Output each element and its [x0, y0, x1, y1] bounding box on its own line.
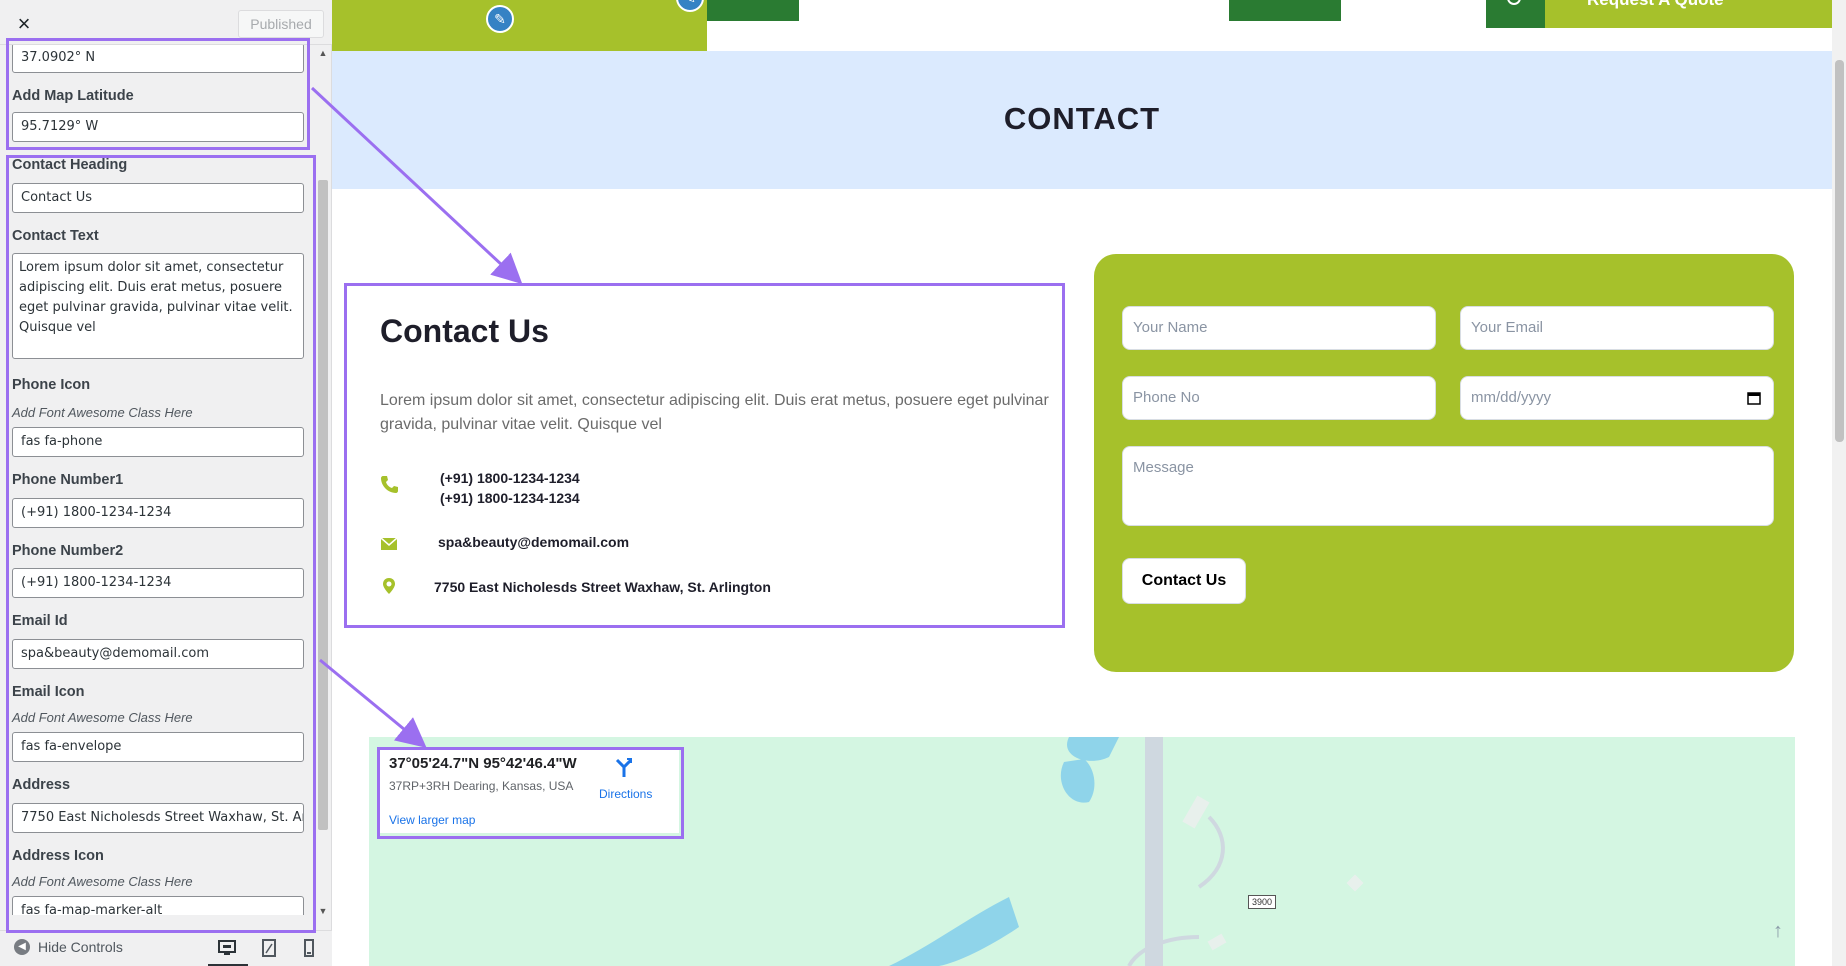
phone-icon-input[interactable]: fas fa-phone [12, 427, 304, 457]
contact-heading-input[interactable]: Contact Us [12, 183, 304, 213]
customizer-controls: 37.0902° N Add Map Latitude 95.7129° W C… [0, 45, 332, 915]
email-id-input[interactable]: spa&beauty@demomail.com [12, 639, 304, 669]
scroll-to-top-arrow-icon[interactable]: ↑ [1766, 920, 1790, 944]
collapse-arrow-icon: ◀ [14, 939, 30, 955]
phone-number2-label: Phone Number2 [12, 543, 124, 559]
map-marker-icon [383, 578, 395, 594]
address-icon-label: Address Icon [12, 848, 104, 864]
address-input[interactable]: 7750 East Nicholesds Street Waxhaw, St. … [12, 803, 304, 833]
nav-item-highlight[interactable] [1229, 0, 1341, 21]
header-search-button[interactable] [1486, 0, 1545, 28]
address-text: 7750 East Nicholesds Street Waxhaw, St. … [434, 579, 771, 595]
map-latitude-input[interactable]: 95.7129° W [12, 112, 304, 142]
map-longitude-input[interactable]: 37.0902° N [12, 45, 304, 73]
page-title: CONTACT [1003, 101, 1161, 136]
desktop-icon[interactable] [216, 937, 238, 959]
mobile-icon[interactable] [298, 937, 320, 959]
customizer-footer: ◀ Hide Controls [0, 930, 332, 966]
contact-heading: Contact Us [380, 313, 549, 349]
sidebar-scrollbar-thumb[interactable] [318, 180, 328, 830]
embedded-map[interactable]: 3900 37°05'24.7"N 95°42'46.4"W 37RP+3RH … [369, 737, 1795, 966]
request-quote-button[interactable]: Request A Quote [1545, 0, 1835, 28]
phone-icon [381, 476, 398, 493]
scroll-up-arrow-icon[interactable]: ▲ [318, 48, 328, 58]
map-coordinates: 37°05'24.7"N 95°42'46.4"W [389, 755, 577, 772]
email-icon-hint: Add Font Awesome Class Here [12, 710, 193, 725]
contact-submit-button[interactable]: Contact Us [1122, 558, 1246, 604]
address-icon-hint: Add Font Awesome Class Here [12, 874, 193, 889]
calendar-icon[interactable] [1747, 391, 1761, 405]
date-placeholder: mm/dd/yyyy [1471, 389, 1552, 406]
scroll-down-arrow-icon[interactable]: ▼ [318, 906, 328, 916]
phone-number2-input[interactable]: (+91) 1800-1234-1234 [12, 568, 304, 598]
close-customizer-button[interactable]: × [10, 10, 38, 38]
published-button[interactable]: Published [238, 10, 324, 38]
email-input[interactable]: Your Email [1460, 306, 1774, 350]
phone-number2[interactable]: (+91) 1800-1234-1234 [440, 490, 580, 506]
envelope-icon [380, 537, 398, 550]
contact-text-label: Contact Text [12, 228, 99, 244]
road-number-sign: 3900 [1248, 895, 1276, 909]
phone-icon-label: Phone Icon [12, 377, 91, 393]
contact-text: Lorem ipsum dolor sit amet, consectetur … [380, 392, 1049, 433]
customizer-header: × Published [0, 0, 332, 45]
email-id-label: Email Id [12, 613, 68, 629]
page-banner: CONTACT [332, 51, 1832, 189]
tablet-icon[interactable] [258, 937, 280, 959]
address-icon-input[interactable]: fas fa-map-marker-alt [12, 896, 304, 915]
phone-input[interactable]: Phone No [1122, 376, 1436, 420]
email-icon-input[interactable]: fas fa-envelope [12, 732, 304, 762]
phone-number1[interactable]: (+91) 1800-1234-1234 [440, 470, 580, 486]
view-larger-map-link[interactable]: View larger map [389, 813, 475, 827]
search-icon [1506, 0, 1521, 5]
directions-label[interactable]: Directions [599, 787, 652, 801]
edit-shortcut-pencil-icon[interactable]: ✎ [486, 5, 514, 33]
message-textarea[interactable]: Message [1122, 446, 1774, 526]
map-latitude-label: Add Map Latitude [12, 88, 134, 104]
site-preview: ✎ ✎ Request A Quote CONTACT Contact Us L… [332, 0, 1846, 966]
directions-icon[interactable] [613, 757, 635, 779]
map-address: 37RP+3RH Dearing, Kansas, USA [389, 779, 574, 793]
customizer-sidebar: × Published 37.0902° N Add Map Latitude … [0, 0, 332, 966]
email-icon-label: Email Icon [12, 684, 85, 700]
hide-controls-label: Hide Controls [38, 939, 123, 955]
phone-number1-input[interactable]: (+91) 1800-1234-1234 [12, 498, 304, 528]
date-input[interactable]: mm/dd/yyyy [1460, 376, 1774, 420]
logo-area [332, 0, 707, 51]
address-label: Address [12, 777, 71, 793]
email-address[interactable]: spa&beauty@demomail.com [438, 534, 629, 550]
preview-scrollbar-thumb[interactable] [1835, 60, 1844, 442]
nav-item-active[interactable] [707, 0, 799, 21]
contact-text-textarea[interactable]: Lorem ipsum dolor sit amet, consectetur … [12, 253, 304, 359]
site-header: ✎ ✎ Request A Quote [332, 0, 1846, 51]
phone-icon-hint: Add Font Awesome Class Here [12, 405, 193, 420]
hide-controls-button[interactable]: ◀ Hide Controls [14, 939, 123, 955]
contact-info-card: Contact Us Lorem ipsum dolor sit amet, c… [344, 283, 1062, 625]
map-place-card: 37°05'24.7"N 95°42'46.4"W 37RP+3RH Deari… [377, 747, 679, 833]
phone-number1-label: Phone Number1 [12, 472, 124, 488]
contact-form: Your Name Your Email Phone No mm/dd/yyyy… [1094, 254, 1794, 672]
name-input[interactable]: Your Name [1122, 306, 1436, 350]
contact-heading-label: Contact Heading [12, 157, 128, 173]
request-quote-label: Request A Quote [1587, 0, 1724, 9]
